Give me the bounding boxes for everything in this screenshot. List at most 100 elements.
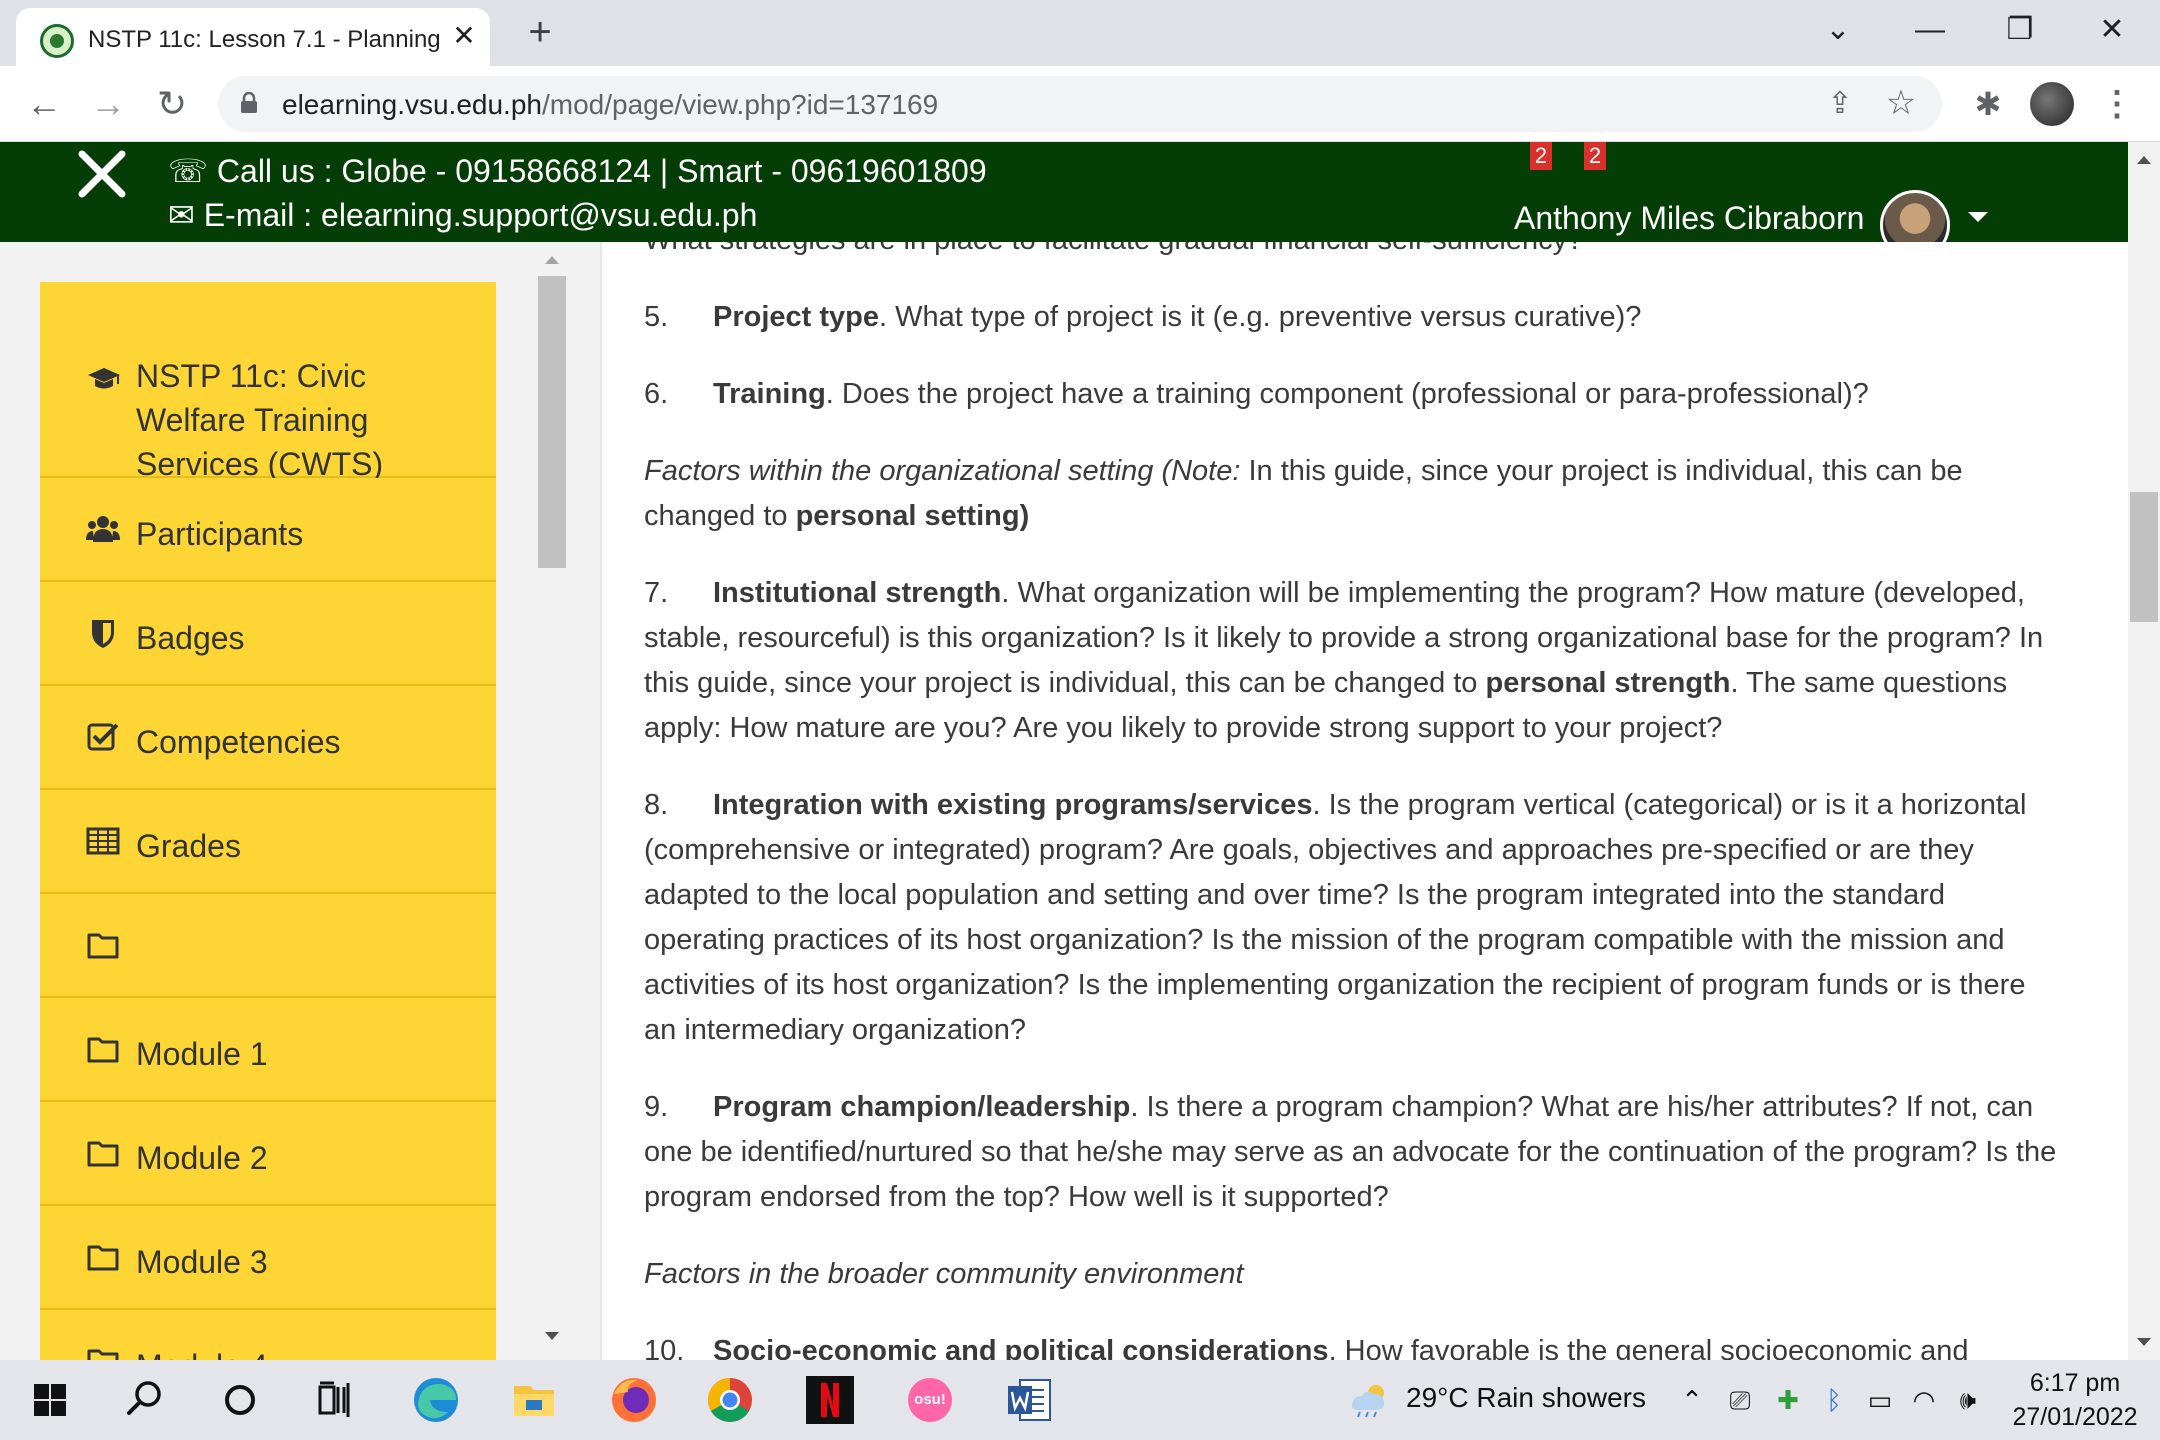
nav-item-label: Module 1 xyxy=(136,1036,268,1072)
battery-icon[interactable]: ▭ xyxy=(1862,1382,1898,1418)
wifi-icon[interactable]: ◠ xyxy=(1906,1382,1942,1418)
nav-item-label: Competencies xyxy=(136,724,341,760)
app-tray-plus-icon[interactable]: ✚ xyxy=(1770,1382,1806,1418)
restore-button[interactable]: ❐ xyxy=(1990,10,2050,50)
new-tab-button[interactable]: + xyxy=(520,12,560,52)
volume-icon[interactable]: 🕪 xyxy=(1950,1382,1986,1418)
edge-browser-icon[interactable] xyxy=(406,1370,466,1430)
checkbox-icon xyxy=(87,723,119,751)
course-nav-drawer: NSTP 11c: Civic Welfare Training Service… xyxy=(0,242,600,1360)
folder-icon xyxy=(87,1349,119,1360)
file-explorer-icon[interactable] xyxy=(504,1370,564,1430)
meet-now-icon[interactable]: ⎚ xyxy=(1722,1382,1758,1418)
call-us-text: ☏ Call us : Globe - 09158668124 | Smart … xyxy=(168,153,987,189)
nav-item-label: Grades xyxy=(136,828,241,864)
shield-icon xyxy=(92,620,114,648)
address-bar[interactable]: elearning.vsu.edu.ph/mod/page/view.php?i… xyxy=(218,76,1942,132)
weather-text: 29°C Rain showers xyxy=(1406,1382,1646,1413)
bookmark-star-icon[interactable]: ☆ xyxy=(1882,84,1920,122)
user-name[interactable]: Anthony Miles Cibraborn xyxy=(1514,200,1864,237)
chrome-icon[interactable] xyxy=(700,1370,760,1430)
folder-icon xyxy=(87,1037,119,1063)
nav-item-module-4[interactable]: Module 4 xyxy=(40,1310,496,1360)
nav-item-label: Badges xyxy=(136,620,245,656)
scroll-down-arrow-icon[interactable] xyxy=(2137,1338,2151,1346)
system-clock[interactable]: 6:17 pm 27/01/2022 xyxy=(2000,1366,2150,1434)
browser-tab[interactable]: NSTP 11c: Lesson 7.1 - Planning c ✕ xyxy=(16,8,490,66)
browser-toolbar: ← → ↻ elearning.vsu.edu.ph/mod/page/view… xyxy=(0,66,2160,142)
list-item-7: 7. Institutional strength. What organizat… xyxy=(644,577,2044,744)
extensions-puzzle-icon[interactable]: ✱ xyxy=(1968,84,2008,124)
scrollbar-thumb[interactable] xyxy=(2130,492,2158,622)
list-item-8: 8. Integration with existing programs/ser… xyxy=(644,789,2027,1046)
user-menu-caret-icon[interactable] xyxy=(1968,212,1988,222)
content-paragraph: What strategies are in place to facilita… xyxy=(644,242,2064,263)
page-scrollbar[interactable] xyxy=(2128,142,2160,1360)
drawer-scrollbar[interactable] xyxy=(536,242,568,1360)
share-icon[interactable]: ⇪ xyxy=(1822,86,1858,122)
list-item-6: 6. Training. Does the project have a trai… xyxy=(644,378,1869,410)
cortana-icon[interactable] xyxy=(210,1370,270,1430)
tab-search-chevron-icon[interactable]: ⌄ xyxy=(1808,10,1868,50)
scroll-up-arrow-icon[interactable] xyxy=(545,256,559,264)
back-button[interactable]: ← xyxy=(20,80,68,128)
site-favicon-icon xyxy=(40,24,74,58)
profile-avatar[interactable] xyxy=(2030,82,2074,126)
list-item-9: 9. Program champion/leadership. Is there … xyxy=(644,1091,2057,1213)
close-drawer-icon[interactable] xyxy=(74,146,130,202)
nav-item-competencies[interactable]: Competencies xyxy=(40,686,496,790)
list-item-10: 10. Socio-economic and political consider… xyxy=(644,1335,1969,1360)
nav-item-participants[interactable]: Participants xyxy=(40,478,496,582)
folder-icon xyxy=(87,1245,119,1271)
browser-tab-strip: NSTP 11c: Lesson 7.1 - Planning c ✕ + ⌄ … xyxy=(0,0,2160,66)
folder-icon xyxy=(87,933,119,959)
netflix-icon[interactable] xyxy=(800,1370,860,1430)
bluetooth-icon[interactable]: ᛒ xyxy=(1816,1382,1852,1418)
minimize-button[interactable]: — xyxy=(1900,10,1960,50)
nav-item-module-2[interactable]: Module 2 xyxy=(40,1102,496,1206)
search-icon[interactable] xyxy=(114,1370,174,1430)
notifications-bell-icon[interactable]: 2 xyxy=(1512,142,1552,176)
nav-item-label: Module 3 xyxy=(136,1244,268,1280)
graduation-cap-icon xyxy=(88,368,120,389)
message-count-badge: 2 xyxy=(1584,142,1606,170)
nav-item-section-general[interactable] xyxy=(40,894,496,998)
task-view-icon[interactable] xyxy=(304,1370,364,1430)
osu-icon[interactable]: osu! xyxy=(900,1370,960,1430)
nav-item-course-home[interactable]: NSTP 11c: Civic Welfare Training Service… xyxy=(40,282,496,482)
url-text: elearning.vsu.edu.ph/mod/page/view.php?i… xyxy=(282,89,939,120)
messages-icon[interactable]: 2 xyxy=(1566,142,1606,176)
page-content: What strategies are in place to facilita… xyxy=(600,242,2128,1360)
scrollbar-thumb[interactable] xyxy=(538,276,566,568)
nav-item-module-1[interactable]: Module 1 xyxy=(40,998,496,1102)
folder-icon xyxy=(87,1141,119,1167)
reload-button[interactable]: ↻ xyxy=(148,80,196,128)
nav-item-module-3[interactable]: Module 3 xyxy=(40,1206,496,1310)
word-icon[interactable] xyxy=(1000,1370,1060,1430)
nav-item-label: Module 2 xyxy=(136,1140,268,1176)
nav-item-badges[interactable]: Badges xyxy=(40,582,496,686)
scroll-up-arrow-icon[interactable] xyxy=(2137,156,2151,164)
taskbar: osu! 29°C Rain showers ⌃ ⎚ ✚ ᛒ ▭ ◠ 🕪 6:1… xyxy=(0,1360,2160,1440)
lock-icon xyxy=(241,92,257,113)
close-window-button[interactable]: ✕ xyxy=(2082,10,2142,50)
list-item-5: 5. Project type. What type of project is … xyxy=(644,301,1642,333)
email-text: ✉ E-mail : elearning.support@vsu.edu.ph xyxy=(168,197,758,233)
clock-date: 27/01/2022 xyxy=(2012,1403,2138,1431)
site-header: ☏ Call us : Globe - 09158668124 | Smart … xyxy=(0,142,2128,260)
nav-item-label: Module 4 xyxy=(136,1344,268,1360)
users-icon xyxy=(86,516,120,542)
section-heading-community: Factors in the broader community environ… xyxy=(644,1258,1244,1290)
tab-title: NSTP 11c: Lesson 7.1 - Planning c xyxy=(88,26,448,53)
browser-menu-icon[interactable]: ⋮ xyxy=(2100,84,2134,124)
tab-close-icon[interactable]: ✕ xyxy=(448,20,480,52)
show-hidden-icons-chevron-icon[interactable]: ⌃ xyxy=(1674,1382,1710,1418)
section-heading-organizational: Factors within the organizational settin… xyxy=(644,455,1963,532)
windows-start-icon[interactable] xyxy=(20,1370,80,1430)
forward-button[interactable]: → xyxy=(84,80,132,128)
nav-item-grades[interactable]: Grades xyxy=(40,790,496,894)
scroll-down-arrow-icon[interactable] xyxy=(545,1332,559,1340)
nav-item-label: Participants xyxy=(136,516,304,552)
nav-item-label: NSTP 11c: Civic Welfare Training Service… xyxy=(136,358,384,482)
firefox-icon[interactable] xyxy=(604,1370,664,1430)
